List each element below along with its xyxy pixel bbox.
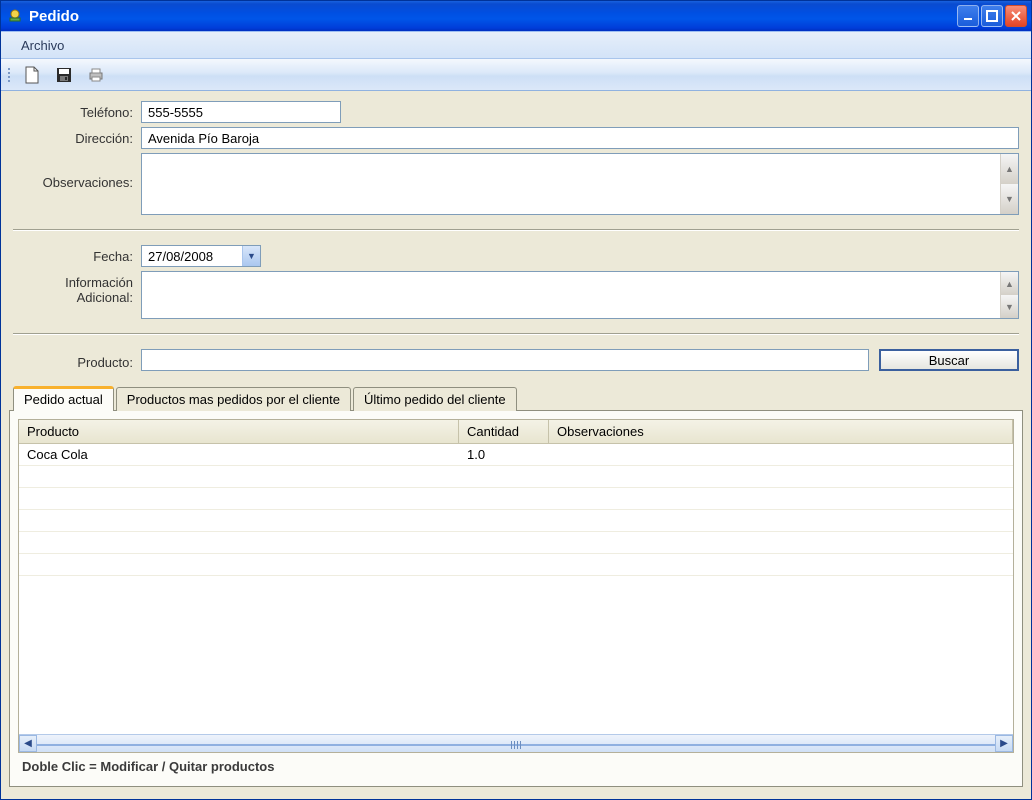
cell-cantidad: 1.0 <box>459 444 549 465</box>
form-content: Teléfono: Dirección: Observaciones: ▲ ▼ <box>1 91 1031 799</box>
col-producto-header[interactable]: Producto <box>19 420 459 443</box>
info-scroll-down[interactable]: ▼ <box>1001 295 1018 318</box>
buscar-button[interactable]: Buscar <box>879 349 1019 371</box>
chevron-down-icon[interactable]: ▼ <box>242 246 260 266</box>
producto-input[interactable] <box>141 349 869 371</box>
table-row[interactable]: Coca Cola 1.0 <box>19 444 1013 466</box>
horizontal-scrollbar[interactable]: ◀ ▶ <box>19 734 1013 752</box>
info-adicional-input[interactable] <box>142 272 1000 318</box>
product-search-section: Producto: Buscar <box>1 339 1031 381</box>
titlebar: Pedido <box>1 1 1031 31</box>
toolbar-grip <box>7 68 13 82</box>
window-title: Pedido <box>29 8 957 25</box>
grid-body[interactable]: Coca Cola 1.0 <box>19 444 1013 734</box>
tab-ultimo-pedido[interactable]: Último pedido del cliente <box>353 387 517 411</box>
toolbar <box>1 59 1031 91</box>
info-adicional-label: Información Adicional: <box>7 271 141 305</box>
tab-panel: Producto Cantidad Observaciones Coca Col… <box>9 410 1023 787</box>
telefono-input[interactable] <box>141 101 341 123</box>
telefono-label: Teléfono: <box>7 101 141 120</box>
divider-2 <box>13 333 1019 335</box>
info-adicional-field: ▲ ▼ <box>141 271 1019 319</box>
observaciones-label: Observaciones: <box>7 153 141 190</box>
observaciones-scroll-up[interactable]: ▲ <box>1001 154 1018 184</box>
scroll-thumb[interactable] <box>37 744 995 746</box>
scroll-left-icon[interactable]: ◀ <box>19 735 37 752</box>
observaciones-spinner: ▲ ▼ <box>1000 154 1018 214</box>
observaciones-field: ▲ ▼ <box>141 153 1019 215</box>
info-scroll-up[interactable]: ▲ <box>1001 272 1018 295</box>
direccion-input[interactable] <box>141 127 1019 149</box>
tab-productos-mas-pedidos[interactable]: Productos mas pedidos por el cliente <box>116 387 351 411</box>
window: Pedido Archivo <box>0 0 1032 800</box>
cell-observaciones <box>549 444 1013 465</box>
producto-label: Producto: <box>7 351 141 370</box>
cell-producto: Coca Cola <box>19 444 459 465</box>
col-observaciones-header[interactable]: Observaciones <box>549 420 1013 443</box>
close-button[interactable] <box>1005 5 1027 27</box>
tab-strip: Pedido actual Productos mas pedidos por … <box>9 385 1023 410</box>
new-doc-button[interactable] <box>19 62 45 88</box>
fecha-value: 27/08/2008 <box>142 249 242 264</box>
tabs: Pedido actual Productos mas pedidos por … <box>9 385 1023 787</box>
tab-pedido-actual[interactable]: Pedido actual <box>13 386 114 411</box>
direccion-label: Dirección: <box>7 127 141 146</box>
save-button[interactable] <box>51 62 77 88</box>
table-row[interactable] <box>19 488 1013 510</box>
info-spinner: ▲ ▼ <box>1000 272 1018 318</box>
window-controls <box>957 5 1027 27</box>
table-row[interactable] <box>19 510 1013 532</box>
fecha-label: Fecha: <box>7 245 141 264</box>
print-button[interactable] <box>83 62 109 88</box>
date-section: Fecha: 27/08/2008 ▼ Información Adiciona… <box>1 235 1031 329</box>
minimize-button[interactable] <box>957 5 979 27</box>
customer-section: Teléfono: Dirección: Observaciones: ▲ ▼ <box>1 91 1031 225</box>
hint-text: Doble Clic = Modificar / Quitar producto… <box>18 753 1014 778</box>
fecha-picker[interactable]: 27/08/2008 ▼ <box>141 245 261 267</box>
observaciones-scroll-down[interactable]: ▼ <box>1001 184 1018 214</box>
scroll-right-icon[interactable]: ▶ <box>995 735 1013 752</box>
menu-archivo[interactable]: Archivo <box>13 34 72 57</box>
maximize-button[interactable] <box>981 5 1003 27</box>
divider-1 <box>13 229 1019 231</box>
col-cantidad-header[interactable]: Cantidad <box>459 420 549 443</box>
table-row[interactable] <box>19 554 1013 576</box>
grid-header: Producto Cantidad Observaciones <box>19 420 1013 444</box>
table-row[interactable] <box>19 466 1013 488</box>
menubar: Archivo <box>1 31 1031 59</box>
app-icon <box>7 8 23 24</box>
table-row[interactable] <box>19 532 1013 554</box>
order-grid: Producto Cantidad Observaciones Coca Col… <box>18 419 1014 753</box>
observaciones-input[interactable] <box>142 154 1000 214</box>
